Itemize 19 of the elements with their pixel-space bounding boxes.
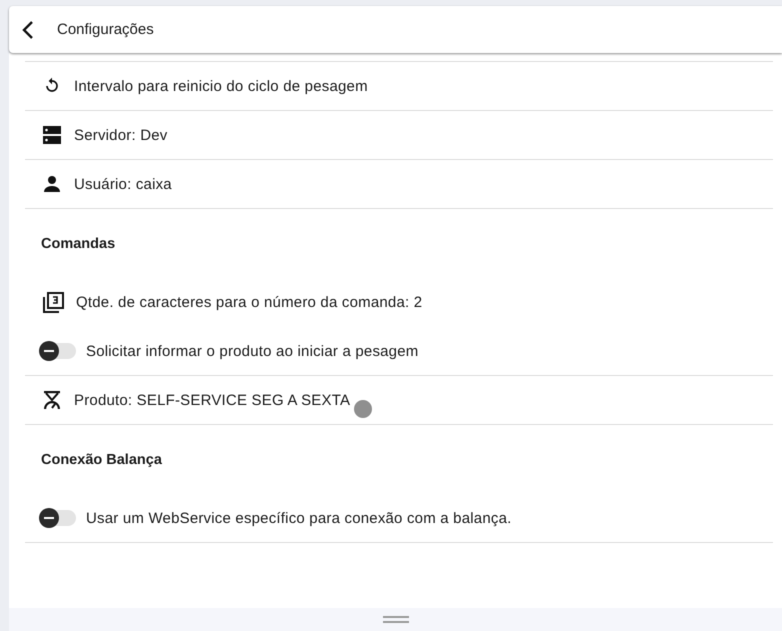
setting-label: Solicitar informar o produto ao iniciar a pesagem (86, 342, 418, 360)
section-title: Conexão Balança (41, 452, 162, 468)
setting-label[interactable]: Qtde. de caracteres para o número da comanda: 2 (76, 294, 422, 311)
toggle-switch[interactable] (40, 510, 76, 526)
page-title: Configurações (57, 21, 154, 38)
server-icon (42, 125, 62, 145)
back-icon[interactable] (22, 20, 34, 40)
setting-label[interactable]: Usuário: caixa (74, 176, 172, 192)
setting-label[interactable]: Intervalo para reinicio do ciclo de pesagem (74, 78, 368, 94)
toggle-switch[interactable] (40, 343, 76, 359)
setting-label[interactable]: Produto: SELF-SERVICE SEG A SEXTA (74, 392, 350, 408)
counter-icon (42, 292, 64, 314)
setting-label: Usar um WebService específico para conexão com a balança. (86, 510, 512, 526)
setting-label[interactable]: Servidor: Dev (74, 126, 168, 144)
scale-icon (42, 390, 62, 410)
drag-handle[interactable] (382, 616, 408, 623)
pointer-dot (354, 400, 372, 418)
person-icon (42, 174, 62, 194)
section-title: Comandas (41, 236, 116, 252)
